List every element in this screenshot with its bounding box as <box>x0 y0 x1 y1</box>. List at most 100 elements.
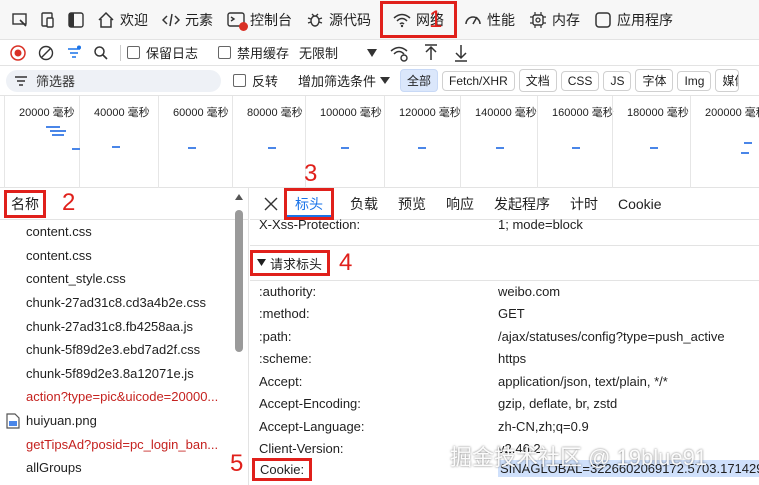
tab-memory[interactable]: 内存 <box>522 0 587 40</box>
tab-timing[interactable]: 计时 <box>560 194 608 214</box>
import-har-icon[interactable] <box>416 43 446 62</box>
network-controls: 保留日志 禁用缓存 无限制 <box>0 40 759 66</box>
filter-bar: 筛选器 反转 增加筛选条件 全部 Fetch/XHR 文档 CSS JS 字体 … <box>0 66 759 96</box>
filter-chip-js[interactable]: JS <box>603 70 632 91</box>
cookie-header-key: Cookie: <box>252 458 313 481</box>
invert-label: 反转 <box>252 74 279 89</box>
timeline-request-mark <box>72 148 80 150</box>
header-value: /ajax/statuses/config?type=push_active <box>498 329 725 344</box>
chevron-down-icon <box>380 76 391 85</box>
bug-icon <box>306 11 324 29</box>
dropdown-arrow-icon[interactable] <box>362 48 382 58</box>
filter-toggle-icon[interactable] <box>60 45 88 61</box>
timeline-request-mark <box>496 147 504 149</box>
export-har-icon[interactable] <box>446 44 476 62</box>
tab-label: 欢迎 <box>120 11 148 28</box>
list-item[interactable]: content.css <box>0 220 248 244</box>
timeline-request-mark <box>741 152 749 154</box>
filter-chip-xhr[interactable]: Fetch/XHR <box>442 70 515 91</box>
inspect-icon[interactable] <box>6 11 34 29</box>
disable-cache-checkbox[interactable] <box>218 46 232 59</box>
watermark: 掘金技术社区 @ 19blue91 <box>450 445 708 470</box>
dock-panel-icon[interactable] <box>62 11 90 29</box>
request-list: 名称 content.css content.css content_style… <box>0 188 249 485</box>
list-item[interactable]: chunk-5f89d2e3.ebd7ad2f.css <box>0 338 248 362</box>
tab-label: 性能 <box>487 11 515 28</box>
header-value: zh-CN,zh;q=0.9 <box>498 419 589 434</box>
list-item[interactable]: content.css <box>0 244 248 268</box>
chip-icon <box>529 11 547 29</box>
gauge-icon <box>464 11 482 29</box>
timeline-overview[interactable]: 20000 毫秒 40000 毫秒 60000 毫秒 80000 毫秒 1000… <box>0 96 759 188</box>
header-key: Accept: <box>259 374 303 389</box>
list-item[interactable]: chunk-27ad31c8.cd3a4b2e.css <box>0 291 248 315</box>
image-file-icon <box>6 412 20 429</box>
tab-welcome[interactable]: 欢迎 <box>90 0 155 40</box>
timeline-tick: 60000 毫秒 <box>158 96 229 188</box>
filter-chip-font[interactable]: 字体 <box>635 69 674 92</box>
filter-chip-css[interactable]: CSS <box>560 70 600 91</box>
tab-preview[interactable]: 预览 <box>388 194 436 214</box>
section-divider <box>250 280 759 281</box>
triangle-down-icon <box>257 259 266 267</box>
tab-sources[interactable]: 源代码 <box>299 0 378 40</box>
more-filters-dropdown[interactable]: 增加筛选条件 <box>298 71 376 90</box>
timeline-tick: 120000 毫秒 <box>384 96 461 188</box>
home-icon <box>97 11 115 29</box>
device-toggle-icon[interactable] <box>34 11 62 29</box>
header-value: https <box>498 351 527 366</box>
scroll-up-icon[interactable] <box>235 194 243 200</box>
name-column-header[interactable]: 名称 <box>0 188 248 220</box>
timeline-tick: 40000 毫秒 <box>79 96 150 188</box>
tab-performance[interactable]: 性能 <box>457 0 522 40</box>
list-item[interactable]: chunk-5f89d2e3.8a12071e.js <box>0 362 248 386</box>
header-key: :authority: <box>259 284 317 299</box>
annotation-4: 4 <box>339 249 353 276</box>
section-divider <box>250 245 759 246</box>
annotation-1: 1 <box>429 6 443 33</box>
scrollbar-thumb[interactable] <box>235 210 243 352</box>
filter-chip-doc[interactable]: 文档 <box>518 69 557 92</box>
tab-response[interactable]: 响应 <box>436 194 484 214</box>
filter-input[interactable]: 筛选器 <box>6 69 221 92</box>
devtools-main-toolbar: 欢迎 元素 控制台 源代码 网络 性能 内存 应用程序 <box>0 0 759 40</box>
request-headers-section[interactable]: 请求标头 <box>250 250 330 276</box>
list-item-image[interactable]: huiyuan.png <box>0 409 248 433</box>
list-item[interactable]: allGroups <box>0 456 248 480</box>
throttle-select[interactable]: 无限制 <box>299 43 338 62</box>
timeline-request-mark <box>188 147 196 149</box>
close-icon[interactable] <box>258 197 284 211</box>
request-list-scrollbar[interactable] <box>234 194 244 484</box>
preserve-log-checkbox[interactable] <box>127 46 140 59</box>
search-icon[interactable] <box>88 45 114 61</box>
tab-label: 应用程序 <box>617 11 673 28</box>
annotation-2: 2 <box>62 189 76 216</box>
tab-console[interactable]: 控制台 <box>220 0 299 40</box>
tab-elements[interactable]: 元素 <box>155 0 220 40</box>
tab-cookies[interactable]: Cookie <box>608 196 672 212</box>
name-header-label: 名称 <box>4 189 46 218</box>
network-conditions-icon[interactable] <box>382 44 416 62</box>
console-icon <box>227 11 248 31</box>
header-key: :scheme: <box>259 351 312 366</box>
tab-network[interactable]: 网络 <box>380 1 457 38</box>
invert-checkbox[interactable] <box>233 74 246 87</box>
filter-icon <box>14 75 28 87</box>
app-icon <box>594 11 612 29</box>
list-item[interactable]: getTipsAd?posid=pc_login_ban... <box>0 432 248 456</box>
divider <box>120 44 121 61</box>
record-icon[interactable] <box>4 44 32 61</box>
filter-chip-media[interactable]: 媒体 <box>715 69 740 92</box>
header-value: gzip, deflate, br, zstd <box>498 396 618 411</box>
tab-initiator[interactable]: 发起程序 <box>484 194 560 214</box>
list-item[interactable]: content_style.css <box>0 267 248 291</box>
filter-chip-img[interactable]: Img <box>677 70 712 91</box>
clear-icon[interactable] <box>32 45 60 61</box>
filter-chip-all[interactable]: 全部 <box>400 69 439 92</box>
timeline-request-mark <box>52 134 64 136</box>
tab-application[interactable]: 应用程序 <box>587 0 680 40</box>
tab-headers[interactable]: 标头 <box>284 188 334 220</box>
tab-payload[interactable]: 负载 <box>340 194 388 214</box>
list-item[interactable]: action?type=pic&uicode=20000... <box>0 385 248 409</box>
list-item[interactable]: chunk-27ad31c8.fb4258aa.js <box>0 314 248 338</box>
